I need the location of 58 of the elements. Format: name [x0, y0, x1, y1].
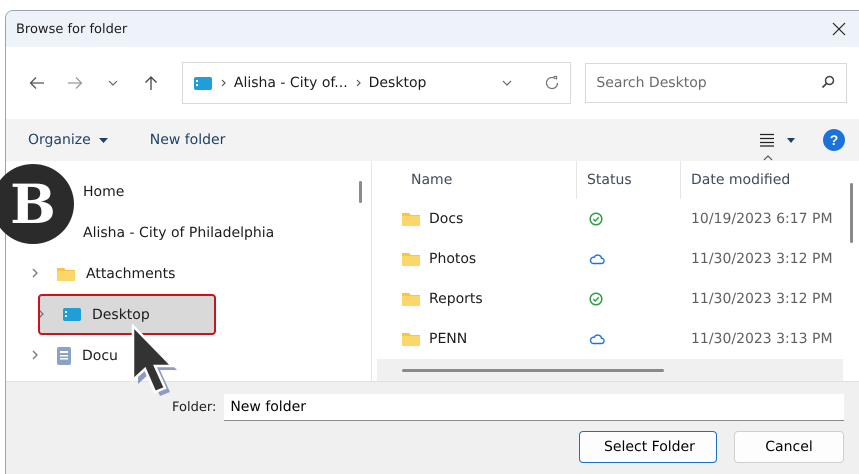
date-modified: 11/30/2023 3:13 PM	[690, 331, 834, 347]
folder-icon	[401, 291, 421, 307]
caret-down-icon	[98, 138, 108, 142]
arrow-up-icon	[144, 75, 158, 91]
chevron-down-icon[interactable]	[502, 80, 512, 86]
file-name[interactable]: PENN	[429, 331, 468, 347]
folder-label: Folder:	[172, 400, 216, 415]
cloud-icon	[589, 253, 605, 265]
folder-icon	[401, 331, 421, 347]
date-modified: 10/19/2023 6:17 PM	[690, 211, 834, 227]
column-header[interactable]: Date modified	[681, 161, 843, 199]
chevron-right-icon[interactable]	[38, 308, 44, 318]
chevron-down-icon	[108, 80, 118, 86]
scrollbar-thumb[interactable]	[402, 368, 664, 372]
tree-item[interactable]: Alisha - City of Philadelphia	[77, 218, 280, 248]
check-circle-icon	[589, 212, 603, 226]
desktop-icon	[62, 307, 82, 322]
select-folder-button[interactable]: Select Folder	[579, 431, 717, 463]
refresh-icon[interactable]	[544, 75, 560, 91]
column-header[interactable]: Name	[377, 161, 577, 199]
address-bar[interactable]: Alisha - City of... Desktop	[182, 62, 572, 104]
check-circle-icon	[589, 292, 603, 306]
file-name[interactable]: Docs	[429, 211, 464, 227]
chevron-right-icon[interactable]	[32, 268, 38, 278]
help-button[interactable]: ?	[823, 129, 845, 151]
scrollbar-thumb[interactable]	[358, 181, 362, 203]
folder-icon	[401, 211, 421, 227]
chevron-right-icon	[220, 79, 226, 87]
folder-name-field[interactable]: New folder	[224, 394, 844, 421]
organize-menu[interactable]: Organize	[22, 128, 114, 152]
file-name[interactable]: Reports	[429, 291, 483, 307]
document-icon	[56, 346, 72, 366]
date-modified: 11/30/2023 3:12 PM	[690, 291, 834, 307]
chevron-right-icon[interactable]	[32, 350, 38, 360]
chevron-right-icon	[356, 79, 361, 87]
new-folder-button[interactable]: New folder	[144, 128, 232, 152]
window-title: Browse for folder	[16, 22, 128, 36]
search-field[interactable]: Search Desktop	[585, 63, 847, 103]
date-modified: 11/30/2023 3:12 PM	[690, 251, 834, 267]
tree-item[interactable]: Desktop	[38, 294, 216, 335]
sort-ascending-icon	[763, 155, 773, 161]
scrollbar-thumb[interactable]	[850, 183, 852, 243]
cloud-icon	[589, 333, 605, 345]
cancel-button[interactable]: Cancel	[734, 431, 844, 463]
column-header[interactable]: Status	[577, 161, 681, 199]
search-icon	[821, 75, 835, 89]
breadcrumb[interactable]: Desktop	[368, 75, 426, 91]
folder-icon	[56, 266, 76, 282]
file-name[interactable]: Photos	[429, 251, 476, 267]
arrow-left-icon	[28, 76, 45, 90]
breadcrumb[interactable]: Alisha - City of...	[234, 75, 348, 91]
arrow-right-icon	[66, 76, 83, 90]
tree-item[interactable]: Attachments	[6, 253, 349, 294]
tree-item[interactable]: Home	[77, 176, 130, 206]
close-icon	[832, 22, 846, 36]
view-options-icon[interactable]	[759, 133, 795, 147]
folder-icon	[401, 251, 421, 267]
desktop-icon	[192, 76, 213, 90]
